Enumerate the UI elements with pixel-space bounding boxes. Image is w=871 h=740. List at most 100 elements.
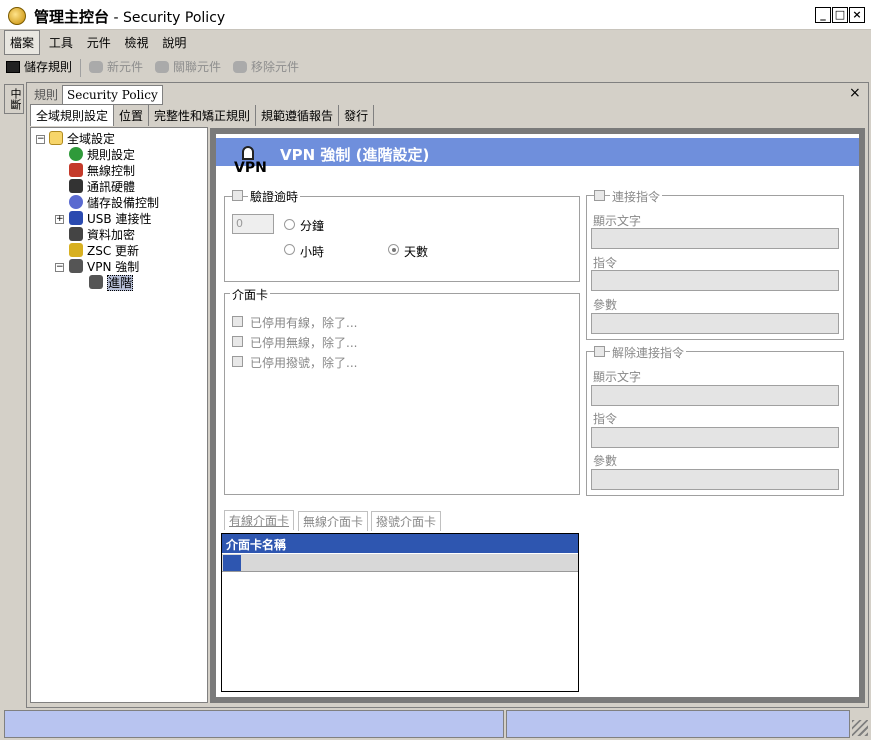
dialup-disabled-checkbox[interactable] [232,356,243,367]
disconnect-command-label: 解除連接指令 [610,344,687,361]
tab-location[interactable]: 位置 [114,105,150,126]
tab-dialup-nic[interactable]: 撥號介面卡 [371,511,442,531]
connect-display-text-label: 顯示文字 [593,214,642,228]
associate-component-label: 關聯元件 [173,60,222,74]
minutes-radio[interactable] [284,219,295,230]
close-document-icon[interactable]: × [849,85,861,101]
tree-item-advanced[interactable]: 進階 [89,274,134,291]
disconnect-params-field[interactable] [591,469,839,490]
tree-item-label: 無線控制 [87,164,136,178]
tree-item-vpn[interactable]: VPN 強制 [69,258,139,275]
resize-grip-icon[interactable] [852,720,868,736]
menu-bar: 檔案 工具 元件 檢視 說明 [0,30,871,55]
tree-item-zsc-update[interactable]: ZSC 更新 [69,242,139,259]
wired-disabled-label: 已停用有線，除了... [250,316,358,330]
tree-item-storage[interactable]: 儲存設備控制 [69,194,159,211]
connect-command-field-label: 指令 [593,256,618,270]
collapse-root-icon[interactable]: − [36,135,45,144]
menu-file[interactable]: 檔案 [4,30,41,55]
doc-tab-rules[interactable]: 規則 [30,84,62,105]
tree-item-rule-settings[interactable]: 規則設定 [69,146,135,163]
nic-name-column-header[interactable]: 介面卡名稱 [222,534,578,553]
tree-root[interactable]: 全域設定 [49,130,115,147]
tree-item-label: 通訊硬體 [87,180,136,194]
hours-radio[interactable] [284,244,295,255]
remove-component-label: 移除元件 [251,60,300,74]
title-separator: - [109,10,123,26]
disconnect-params-label: 參數 [593,454,618,468]
tab-compliance-report[interactable]: 規範遵循報告 [256,105,340,126]
tree-item-label: 進階 [107,275,134,291]
tree-item-label: 資料加密 [87,228,136,242]
usb-icon [69,211,83,225]
associate-component-button[interactable]: 關聯元件 [149,54,227,79]
timeout-checkbox[interactable] [232,190,243,201]
save-rules-button[interactable]: 儲存規則 [0,54,78,79]
tree-item-encryption[interactable]: 資料加密 [69,226,135,243]
vpn-logo-text: VPN [234,160,267,176]
wired-disabled-checkbox[interactable] [232,316,243,327]
timeout-stepper-value: 0 [236,217,243,230]
maximize-button[interactable]: □ [832,7,848,23]
main-tabs: 全域規則設定 位置 完整性和矯正規則 規範遵循報告 發行 [30,104,375,126]
remove-component-button[interactable]: 移除元件 [227,54,305,79]
connect-command-field[interactable] [591,270,839,291]
wireless-disabled-label: 已停用無線，除了... [250,336,358,350]
connect-command-checkbox[interactable] [594,190,605,201]
left-side-tab[interactable]: 中斷 [4,84,24,114]
tab-publish[interactable]: 發行 [339,105,375,126]
update-icon [69,243,83,257]
title-en: Security Policy [122,10,226,26]
connect-params-label: 參數 [593,298,618,312]
connect-params-field[interactable] [591,313,839,334]
close-button[interactable]: × [849,7,865,23]
minimize-button[interactable]: _ [815,7,831,23]
tab-wireless-nic[interactable]: 無線介面卡 [298,511,369,531]
disconnect-display-text-field[interactable] [591,385,839,406]
timeout-label: 驗證逾時 [248,188,301,205]
tab-wired-nic[interactable]: 有線介面卡 [224,510,295,530]
new-component-button[interactable]: 新元件 [83,54,149,79]
remove-component-icon [233,61,248,73]
tree-item-wireless[interactable]: 無線控制 [69,162,135,179]
menu-view[interactable]: 檢視 [120,31,154,54]
menu-tools[interactable]: 工具 [44,31,78,54]
expand-usb-icon[interactable]: + [55,215,64,224]
connect-command-label: 連接指令 [610,188,663,205]
window-title: 管理主控台 - Security Policy [34,6,225,27]
title-cn: 管理主控台 [34,8,110,26]
tab-global-rules[interactable]: 全域規則設定 [30,104,115,126]
connect-display-text-field[interactable] [591,228,839,249]
dialup-disabled-label: 已停用撥號，除了... [250,356,358,370]
table-row[interactable] [222,554,578,572]
timeout-group [224,196,580,282]
row-selector[interactable] [223,555,241,571]
collapse-vpn-icon[interactable]: − [55,263,64,272]
toolbar-separator [80,58,82,77]
tree-root-label: 全域設定 [67,132,116,146]
folder-icon [49,131,63,145]
vpn-lock-icon: VPN [232,146,267,178]
menu-help[interactable]: 說明 [157,31,191,54]
status-pane-left [4,710,504,738]
timeout-stepper[interactable]: 0 [232,214,274,234]
hours-label: 小時 [300,245,325,259]
menu-components[interactable]: 元件 [82,31,116,54]
lock-shackle [242,146,254,160]
save-icon [6,61,20,73]
wireless-disabled-checkbox[interactable] [232,336,243,347]
new-component-icon [89,61,104,73]
days-radio[interactable] [388,244,399,255]
doc-tab-security-policy[interactable]: Security Policy [62,85,163,105]
tree-item-label: 儲存設備控制 [87,196,160,210]
disconnect-command-checkbox[interactable] [594,346,605,357]
tree-item-usb[interactable]: USB 連接性 [69,210,151,227]
save-rules-label: 儲存規則 [24,60,73,74]
disconnect-command-field[interactable] [591,427,839,448]
adapters-label: 介面卡 [230,286,271,303]
vpn-icon [69,259,83,273]
associate-component-icon [155,61,170,73]
tree-item-comm-hardware[interactable]: 通訊硬體 [69,178,135,195]
tab-integrity[interactable]: 完整性和矯正規則 [149,105,257,126]
panel-title: VPN 強制 (進階設定) [280,146,430,164]
